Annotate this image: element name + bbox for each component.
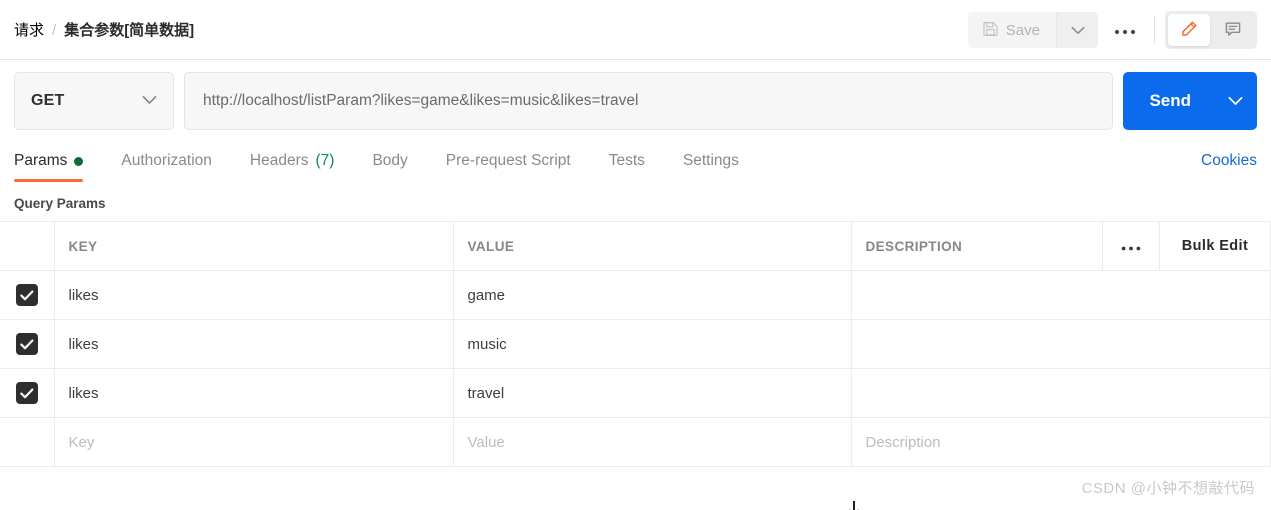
save-button-group: Save: [968, 12, 1098, 48]
header-key: KEY: [54, 222, 453, 271]
http-method-value: GET: [31, 92, 65, 110]
breadcrumb: 请求 / 集合参数[简单数据]: [14, 19, 194, 40]
query-params-table-wrapper: KEY VALUE DESCRIPTION Bulk Edit: [0, 221, 1271, 467]
tab-pre-request-script-label: Pre-request Script: [446, 152, 571, 170]
send-options-button[interactable]: [1213, 72, 1257, 130]
row-description[interactable]: [851, 271, 1271, 320]
table-row: likes music: [0, 320, 1271, 369]
row-description[interactable]: [851, 320, 1271, 369]
request-tabs: Params Authorization Headers (7) Body Pr…: [0, 140, 1271, 182]
edit-mode-button[interactable]: [1168, 14, 1210, 46]
table-row-empty: Key Value Description: [0, 418, 1271, 467]
query-params-table: KEY VALUE DESCRIPTION Bulk Edit: [0, 221, 1271, 467]
watermark: CSDN @小钟不想敲代码: [1082, 477, 1255, 498]
chevron-down-icon: [1071, 23, 1085, 38]
row-checkbox-cell: [0, 271, 54, 320]
pencil-icon: [1179, 19, 1199, 42]
row-key[interactable]: likes: [54, 369, 453, 418]
table-row: likes travel: [0, 369, 1271, 418]
row-value[interactable]: music: [453, 320, 851, 369]
new-row-key-input[interactable]: Key: [54, 418, 453, 467]
cookies-link[interactable]: Cookies: [1201, 152, 1257, 170]
send-button[interactable]: Send: [1123, 72, 1213, 130]
row-checkbox-cell-empty: [0, 418, 54, 467]
table-row: likes game: [0, 271, 1271, 320]
new-row-value-input[interactable]: Value: [453, 418, 851, 467]
tab-authorization-label: Authorization: [121, 152, 211, 170]
request-more-options-button[interactable]: [1104, 12, 1146, 48]
ellipsis-icon: [1114, 23, 1136, 38]
row-checkbox[interactable]: [16, 333, 38, 355]
chevron-down-icon: [1228, 94, 1243, 109]
tab-settings[interactable]: Settings: [683, 140, 755, 182]
save-button[interactable]: Save: [968, 12, 1056, 48]
tab-headers[interactable]: Headers (7): [250, 140, 351, 182]
breadcrumb-parent[interactable]: 请求: [14, 19, 44, 40]
tab-headers-label: Headers: [250, 152, 309, 170]
row-description[interactable]: [851, 369, 1271, 418]
save-options-button[interactable]: [1056, 12, 1098, 48]
row-value[interactable]: travel: [453, 369, 851, 418]
table-options-button[interactable]: [1103, 222, 1160, 271]
floppy-disk-icon: [982, 20, 999, 41]
chevron-down-icon: [142, 92, 157, 110]
new-row-description-input[interactable]: Description: [851, 418, 1271, 467]
request-url-input[interactable]: http://localhost/listParam?likes=game&li…: [184, 72, 1113, 130]
tab-params-label: Params: [14, 152, 67, 170]
row-key[interactable]: likes: [54, 320, 453, 369]
row-checkbox-cell: [0, 320, 54, 369]
tab-headers-count: (7): [315, 152, 334, 170]
bulk-edit-label: Bulk Edit: [1182, 238, 1248, 254]
request-header: 请求 / 集合参数[简单数据] Save: [0, 0, 1271, 60]
params-modified-dot-icon: [74, 157, 83, 166]
tab-pre-request-script[interactable]: Pre-request Script: [446, 140, 587, 182]
tab-tests[interactable]: Tests: [609, 140, 661, 182]
header-actions: Save: [968, 0, 1257, 60]
tab-params[interactable]: Params: [14, 140, 99, 182]
header-description: DESCRIPTION: [851, 222, 1103, 271]
view-mode-toggle: [1165, 11, 1257, 49]
tab-authorization[interactable]: Authorization: [121, 140, 227, 182]
row-value[interactable]: game: [453, 271, 851, 320]
breadcrumb-current: 集合参数[简单数据]: [64, 19, 194, 40]
query-params-title: Query Params: [0, 182, 1271, 221]
ellipsis-icon: [1121, 239, 1141, 254]
breadcrumb-separator: /: [52, 22, 56, 39]
save-button-label: Save: [1006, 22, 1040, 39]
column-resize-cursor-icon: [843, 500, 865, 510]
comment-icon: [1223, 19, 1243, 42]
header-divider: [1154, 16, 1155, 44]
header-checkbox-cell: [0, 222, 54, 271]
tab-tests-label: Tests: [609, 152, 645, 170]
row-key[interactable]: likes: [54, 271, 453, 320]
row-checkbox[interactable]: [16, 284, 38, 306]
send-button-group: Send: [1123, 72, 1257, 130]
http-method-select[interactable]: GET: [14, 72, 174, 130]
header-value: VALUE: [453, 222, 851, 271]
tab-body-label: Body: [372, 152, 407, 170]
tab-settings-label: Settings: [683, 152, 739, 170]
comments-button[interactable]: [1212, 14, 1254, 46]
table-header-row: KEY VALUE DESCRIPTION Bulk Edit: [0, 222, 1271, 271]
row-checkbox[interactable]: [16, 382, 38, 404]
tab-body[interactable]: Body: [372, 140, 423, 182]
bulk-edit-button[interactable]: Bulk Edit: [1160, 222, 1271, 271]
row-checkbox-cell: [0, 369, 54, 418]
request-url-bar: GET http://localhost/listParam?likes=gam…: [0, 60, 1271, 140]
